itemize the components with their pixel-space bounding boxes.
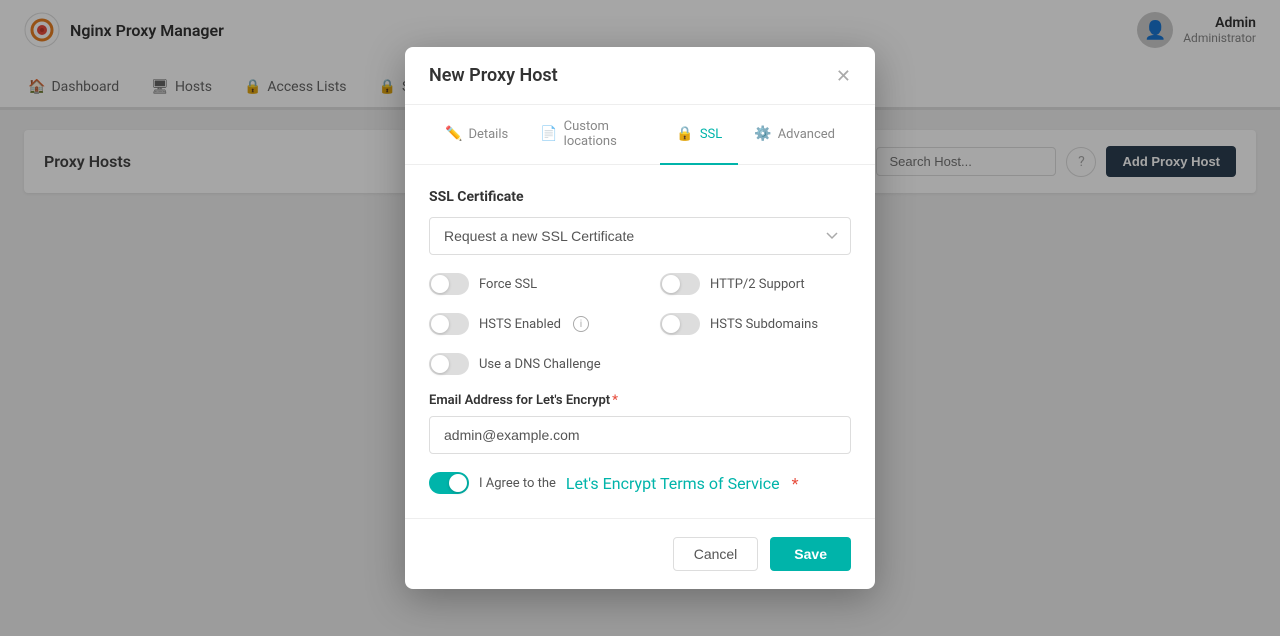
email-required-star: * bbox=[612, 393, 618, 408]
tab-custom-locations-label: Custom locations bbox=[564, 119, 645, 149]
hsts-info-icon[interactable]: i bbox=[573, 316, 589, 332]
hsts-subdomains-label: HSTS Subdomains bbox=[710, 317, 818, 332]
new-proxy-host-modal: New Proxy Host ✕ ✏️ Details 📄 Custom loc… bbox=[405, 47, 875, 589]
agree-text: I Agree to the bbox=[479, 476, 556, 491]
modal-footer: Cancel Save bbox=[405, 518, 875, 589]
hsts-subdomains-toggle[interactable] bbox=[660, 313, 700, 335]
ssl-certificate-select[interactable]: Request a new SSL Certificate bbox=[429, 217, 851, 255]
dns-challenge-label: Use a DNS Challenge bbox=[479, 357, 601, 372]
email-input[interactable] bbox=[429, 416, 851, 454]
hsts-enabled-label: HSTS Enabled bbox=[479, 317, 561, 332]
email-label: Email Address for Let's Encrypt* bbox=[429, 393, 851, 408]
force-ssl-toggle[interactable] bbox=[429, 273, 469, 295]
agree-row: I Agree to the Let's Encrypt Terms of Se… bbox=[429, 472, 851, 494]
close-button[interactable]: ✕ bbox=[836, 67, 851, 85]
letsencrypt-tos-link[interactable]: Let's Encrypt Terms of Service bbox=[566, 474, 780, 493]
hsts-enabled-toggle[interactable] bbox=[429, 313, 469, 335]
modal-title: New Proxy Host bbox=[429, 65, 558, 86]
agree-toggle[interactable] bbox=[429, 472, 469, 494]
force-ssl-toggle-item: Force SSL bbox=[429, 273, 620, 295]
ssl-toggles-grid: Force SSL HTTP/2 Support HSTS Enabled i … bbox=[429, 273, 851, 375]
ssl-tab-icon: 🔒 bbox=[676, 126, 693, 142]
modal-header: New Proxy Host ✕ bbox=[405, 47, 875, 105]
dns-challenge-toggle[interactable] bbox=[429, 353, 469, 375]
details-tab-icon: ✏️ bbox=[445, 126, 462, 142]
cancel-button[interactable]: Cancel bbox=[673, 537, 759, 571]
tab-ssl[interactable]: 🔒 SSL bbox=[660, 105, 738, 165]
tab-ssl-label: SSL bbox=[700, 127, 722, 142]
ssl-certificate-label: SSL Certificate bbox=[429, 189, 851, 205]
ssl-certificate-select-wrapper: Request a new SSL Certificate bbox=[429, 217, 851, 255]
hsts-enabled-toggle-item: HSTS Enabled i bbox=[429, 313, 620, 335]
advanced-tab-icon: ⚙️ bbox=[754, 126, 771, 142]
http2-toggle[interactable] bbox=[660, 273, 700, 295]
force-ssl-label: Force SSL bbox=[479, 277, 537, 292]
http2-label: HTTP/2 Support bbox=[710, 277, 805, 292]
custom-locations-tab-icon: 📄 bbox=[540, 126, 557, 142]
dns-challenge-toggle-item: Use a DNS Challenge bbox=[429, 353, 620, 375]
tab-details[interactable]: ✏️ Details bbox=[429, 105, 524, 165]
modal-overlay: New Proxy Host ✕ ✏️ Details 📄 Custom loc… bbox=[0, 0, 1280, 636]
tab-custom-locations[interactable]: 📄 Custom locations bbox=[524, 105, 660, 165]
modal-body: SSL Certificate Request a new SSL Certif… bbox=[405, 165, 875, 518]
modal-tabs: ✏️ Details 📄 Custom locations 🔒 SSL ⚙️ A… bbox=[405, 105, 875, 165]
http2-toggle-item: HTTP/2 Support bbox=[660, 273, 851, 295]
tab-advanced-label: Advanced bbox=[778, 127, 835, 142]
tab-details-label: Details bbox=[468, 127, 508, 142]
tab-advanced[interactable]: ⚙️ Advanced bbox=[738, 105, 851, 165]
save-button[interactable]: Save bbox=[770, 537, 851, 571]
agree-required-star: * bbox=[792, 474, 799, 493]
hsts-subdomains-toggle-item: HSTS Subdomains bbox=[660, 313, 851, 335]
